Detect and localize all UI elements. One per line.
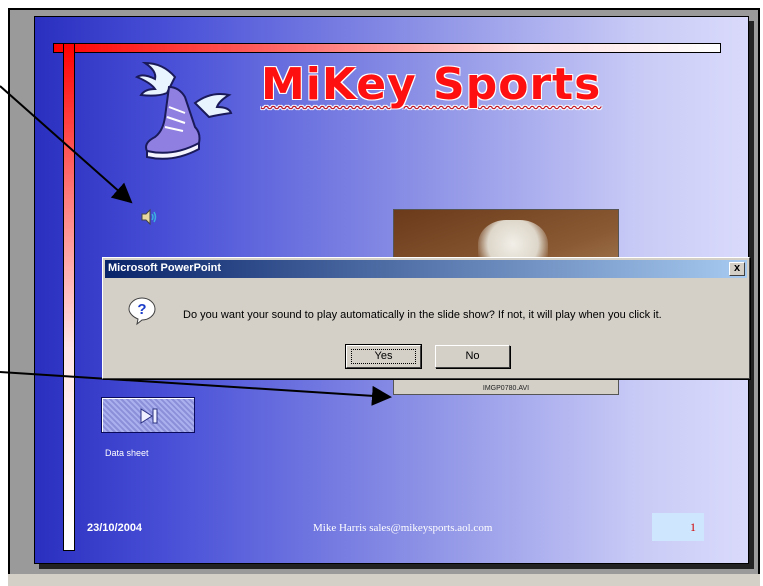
winged-shoe-icon[interactable]	[133, 57, 233, 165]
horizontal-accent-bar	[53, 43, 721, 53]
dialog-title: Microsoft PowerPoint	[108, 262, 222, 274]
dialog-message: Do you want your sound to play automatic…	[183, 309, 662, 321]
bottom-strip	[8, 574, 760, 586]
dialog-titlebar[interactable]: Microsoft PowerPoint x	[105, 260, 747, 278]
page-number: 1	[690, 520, 696, 534]
focus-rect	[351, 349, 416, 364]
no-button[interactable]: No	[435, 345, 510, 368]
datasheet-label[interactable]: Data sheet	[105, 448, 149, 458]
svg-text:?: ?	[137, 301, 146, 318]
slide-footer: Mike Harris sales@mikeysports.aol.com	[313, 522, 493, 534]
slide-date: 23/10/2004	[87, 522, 143, 534]
play-next-icon	[140, 408, 158, 424]
yes-button[interactable]: Yes	[345, 344, 422, 369]
close-icon[interactable]: x	[729, 262, 745, 276]
powerpoint-dialog[interactable]: Microsoft PowerPoint x ? Do you want you…	[102, 257, 750, 379]
slide-title[interactable]: MiKey Sports	[261, 59, 601, 110]
page-number-box: 1	[652, 513, 704, 541]
action-button[interactable]	[101, 397, 195, 433]
no-label: No	[465, 350, 480, 362]
video-filename: IMGP0780.AVI	[482, 385, 530, 392]
question-icon: ?	[128, 297, 156, 326]
vertical-accent-bar	[63, 43, 75, 551]
speaker-icon[interactable]	[139, 207, 159, 227]
